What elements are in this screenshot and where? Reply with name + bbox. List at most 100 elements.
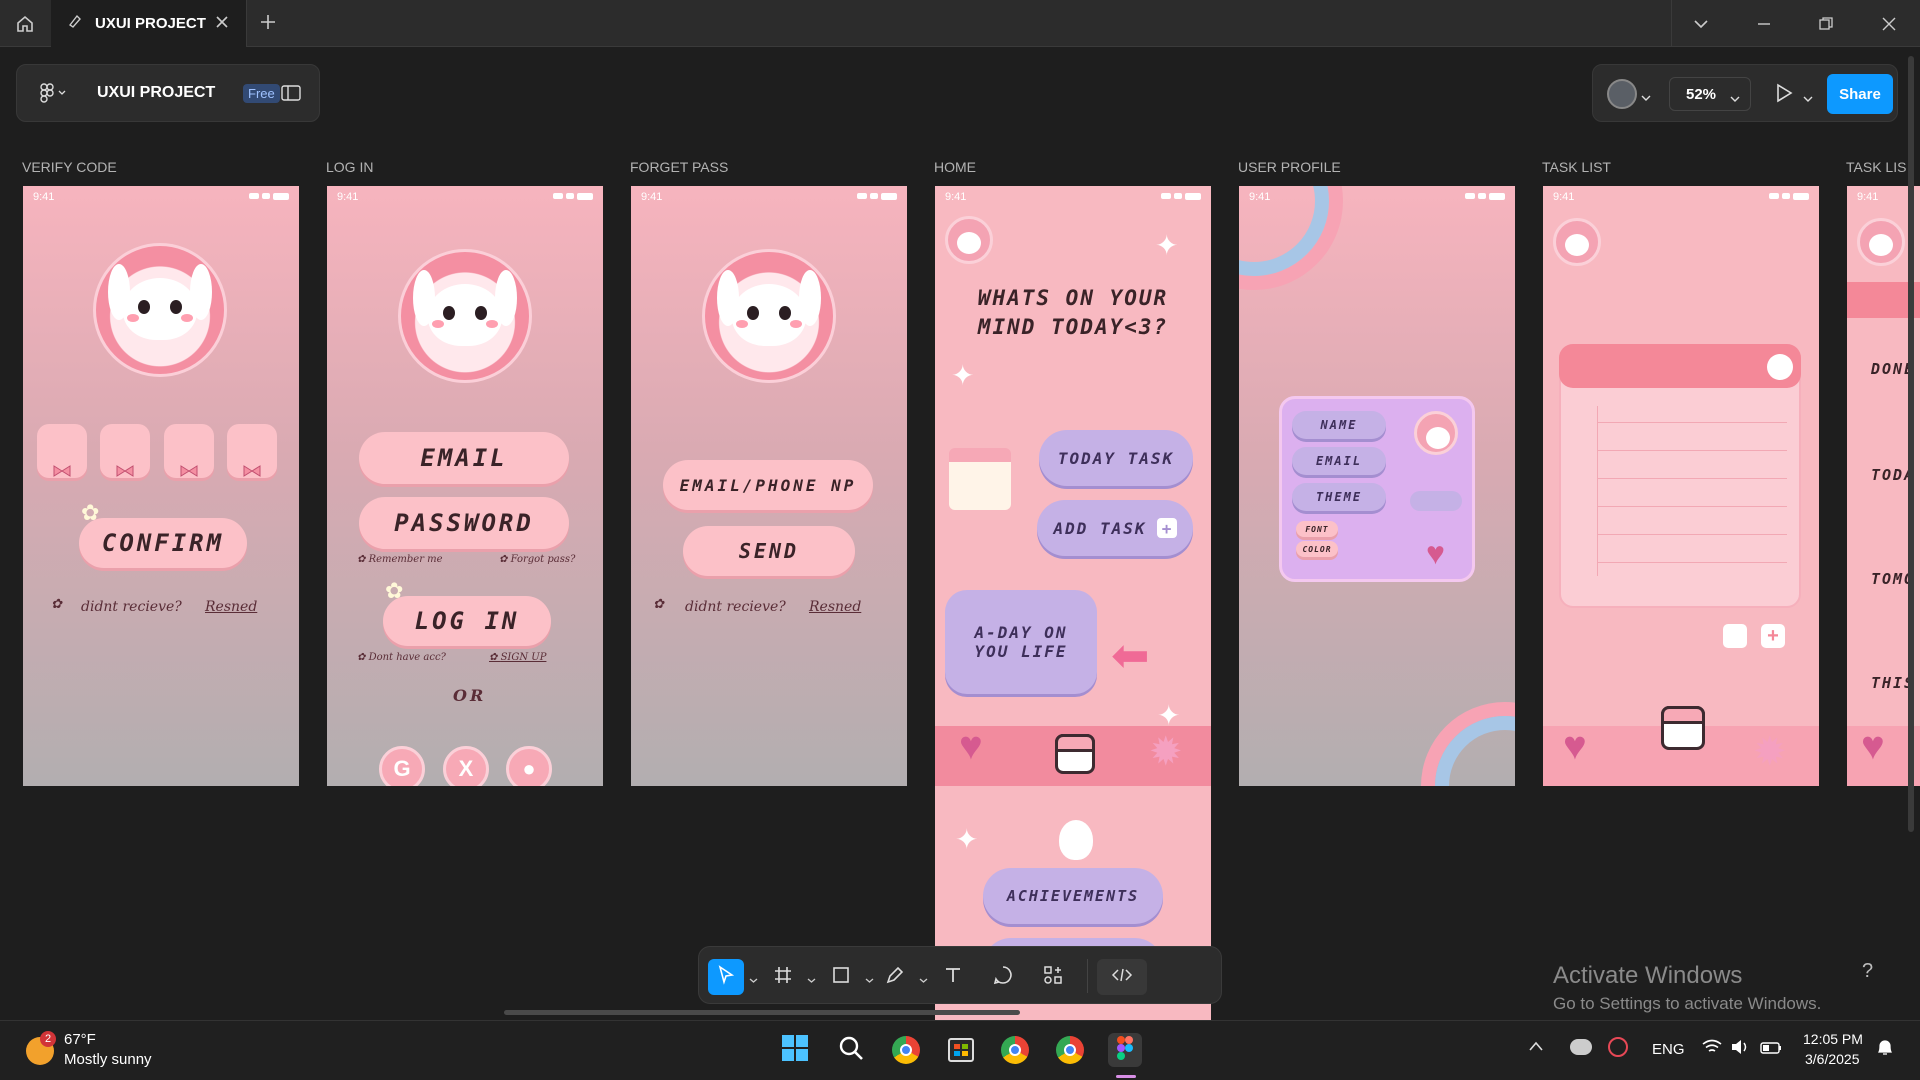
new-tab-icon[interactable] (258, 12, 278, 37)
wifi-icon[interactable] (1702, 1039, 1722, 1060)
shape-tool-button[interactable] (823, 959, 859, 995)
email-field[interactable]: EMAIL (359, 432, 569, 484)
onedrive-icon[interactable] (1570, 1039, 1592, 1055)
profile-avatar[interactable] (1414, 411, 1458, 455)
code-digit-1[interactable] (37, 424, 87, 478)
chevron-down-icon[interactable] (1803, 90, 1813, 108)
forgot-pass-link[interactable]: ✿ Forgot pass? (499, 554, 575, 565)
volume-icon[interactable] (1730, 1039, 1750, 1060)
language-indicator[interactable]: ENG (1652, 1041, 1685, 1058)
bunny-avatar-icon[interactable] (945, 216, 993, 264)
chrome-app-3[interactable] (1053, 1033, 1087, 1067)
signup-link[interactable]: ✿ SIGN UP (489, 652, 546, 663)
comment-tool-button[interactable] (985, 959, 1021, 995)
sync-icon[interactable] (1608, 1037, 1628, 1057)
heart-icon[interactable]: ♥ (1861, 726, 1885, 766)
minimize-icon[interactable] (1736, 0, 1792, 47)
close-window-icon[interactable] (1861, 0, 1917, 47)
actions-tool-button[interactable] (1035, 959, 1071, 995)
chevron-down-icon[interactable] (749, 971, 758, 989)
google-login-button[interactable]: G (379, 746, 425, 786)
frame-label-user-profile[interactable]: USER PROFILE (1238, 159, 1341, 175)
file-name[interactable]: UXUI PROJECT (97, 84, 215, 102)
calendar-icon[interactable] (1055, 734, 1095, 774)
help-icon[interactable]: ? (1862, 960, 1873, 983)
add-icon[interactable]: + (1761, 624, 1785, 648)
clock-time[interactable]: 12:05 PM (1803, 1031, 1863, 1047)
password-field[interactable]: PASSWORD (359, 497, 569, 549)
toggle-sidebar-icon[interactable] (281, 84, 301, 107)
frame-log-in[interactable]: 9:41 EMAIL PASSWORD ✿ Remember me ✿ Forg… (327, 186, 603, 786)
present-play-icon[interactable] (1775, 83, 1793, 108)
frame-label-task-list[interactable]: TASK LIST (1542, 159, 1611, 175)
chevron-up-icon[interactable] (1528, 1039, 1544, 1057)
theme-toggle[interactable] (1410, 491, 1462, 511)
x-login-button[interactable]: X (443, 746, 489, 786)
resend-link[interactable]: Resned (205, 599, 257, 615)
resend-link[interactable]: Resned (809, 599, 861, 615)
code-digit-3[interactable] (164, 424, 214, 478)
share-button[interactable]: Share (1827, 74, 1893, 114)
frame-home[interactable]: 9:41 ✦ WHATS ON YOUR MIND TODAY<3? ✦ TOD… (935, 186, 1211, 1020)
gear-icon[interactable]: ✹ (1149, 732, 1183, 772)
confirm-button[interactable]: CONFIRM (79, 518, 247, 568)
pen-tool-button[interactable] (877, 959, 913, 995)
tab-uxui-project[interactable]: UXUI PROJECT (51, 0, 247, 47)
color-option[interactable]: COLOR (1296, 541, 1338, 557)
pencil-icon[interactable] (1723, 624, 1747, 648)
frame-task-list[interactable]: 9:41 + ♥ ✹ (1543, 186, 1819, 786)
chevron-down-icon[interactable] (1641, 89, 1651, 107)
frame-label-forget-pass[interactable]: FORGET PASS (630, 159, 728, 175)
notification-bell-icon[interactable] (1876, 1039, 1894, 1062)
frame-label-verify-code[interactable]: VERIFY CODE (22, 159, 117, 175)
a-day-in-life-card[interactable]: A-DAY ON YOU LIFE (945, 590, 1097, 694)
text-tool-button[interactable] (935, 959, 971, 995)
figma-menu-icon[interactable] (39, 83, 69, 108)
send-button[interactable]: SEND (683, 526, 855, 576)
frame-verify-code[interactable]: 9:41 CONFIRM ✿ ✿ didnt recieve? Resned (23, 186, 299, 786)
battery-icon[interactable] (1760, 1041, 1782, 1059)
dev-mode-toggle[interactable] (1097, 959, 1147, 995)
restore-icon[interactable] (1798, 0, 1854, 47)
email-phone-field[interactable]: EMAIL/PHONE NP (663, 460, 873, 510)
zoom-dropdown[interactable]: 52% (1669, 77, 1751, 111)
bunny-avatar-icon[interactable] (1553, 218, 1601, 266)
code-digit-4[interactable] (227, 424, 277, 478)
heart-icon[interactable]: ♥ (959, 726, 983, 766)
apple-login-button[interactable]: ● (506, 746, 552, 786)
gear-icon[interactable]: ✹ (1753, 732, 1787, 772)
avatar[interactable] (1607, 79, 1637, 109)
frame-label-home[interactable]: HOME (934, 159, 976, 175)
code-digit-2[interactable] (100, 424, 150, 478)
heart-icon[interactable]: ♥ (1563, 726, 1587, 766)
home-icon[interactable] (0, 0, 50, 47)
chevron-down-icon[interactable] (919, 971, 928, 989)
add-task-button[interactable]: ADD TASK + (1037, 500, 1193, 556)
frame-label-log-in[interactable]: LOG IN (326, 159, 373, 175)
chrome-app-2[interactable] (998, 1033, 1032, 1067)
horizontal-scrollbar[interactable] (504, 1010, 1020, 1015)
frame-label-task-list2[interactable]: TASK LIST2 (1846, 159, 1906, 175)
frame-user-profile[interactable]: 9:41 NAME EMAIL THEME FONT COLOR ♥ (1239, 186, 1515, 786)
figma-app[interactable] (1108, 1033, 1142, 1067)
vertical-scrollbar[interactable] (1908, 56, 1914, 832)
move-tool-button[interactable] (708, 959, 744, 995)
remember-me-checkbox[interactable]: ✿ Remember me (357, 554, 443, 565)
frame-forget-pass[interactable]: 9:41 EMAIL/PHONE NP SEND ✿ didnt recieve… (631, 186, 907, 786)
frame-tool-button[interactable] (765, 959, 801, 995)
design-canvas[interactable]: UXUI PROJECT Free 52% Share VERIFY CODE … (0, 48, 1920, 1020)
theme-field[interactable]: THEME (1292, 483, 1386, 511)
bunny-avatar-icon[interactable] (1857, 218, 1905, 266)
chevron-down-icon[interactable] (865, 971, 874, 989)
login-button[interactable]: LOG IN (383, 596, 551, 646)
font-option[interactable]: FONT (1296, 521, 1338, 537)
store-app[interactable] (944, 1033, 978, 1067)
calendar-icon[interactable] (1661, 706, 1705, 750)
email-field[interactable]: EMAIL (1292, 447, 1386, 475)
chevron-down-icon[interactable] (1673, 0, 1729, 47)
start-button[interactable] (778, 1033, 812, 1067)
today-task-button[interactable]: TODAY TASK (1039, 430, 1193, 486)
close-tab-icon[interactable] (214, 14, 230, 35)
clock-date[interactable]: 3/6/2025 (1805, 1051, 1860, 1067)
chevron-down-icon[interactable] (807, 971, 816, 989)
